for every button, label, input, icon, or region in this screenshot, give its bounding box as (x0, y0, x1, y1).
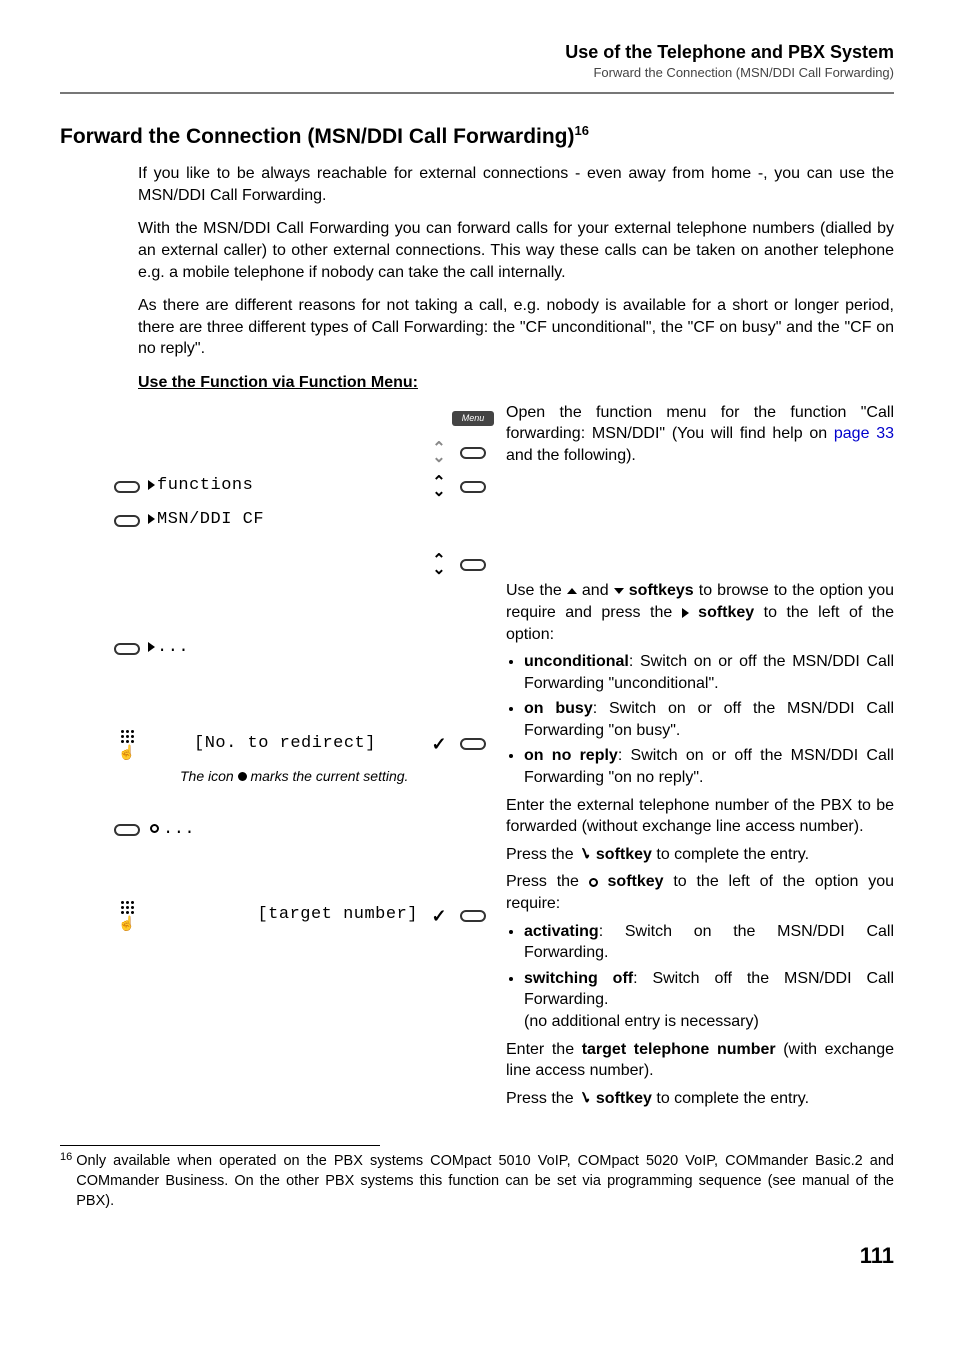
menu-line-target-number: [target number] (144, 904, 422, 927)
list-item: on busy: Switch on or off the MSN/DDI Ca… (524, 698, 894, 741)
solid-dot-icon (238, 772, 247, 781)
triangle-icon (682, 608, 689, 618)
menu-line-circle-ellipsis: ... (144, 819, 422, 842)
list-item: on no reply: Switch on or off the MSN/DD… (524, 745, 894, 788)
down-caret-icon (614, 588, 624, 594)
cf-options-list: unconditional: Switch on or off the MSN/… (524, 651, 894, 789)
softkey-right[interactable] (460, 910, 486, 922)
updown-icon: ⌃⌄ (432, 478, 445, 496)
check-icon: ✓ (575, 842, 594, 866)
keypad-icon: ☝ (116, 901, 138, 930)
softkey-left[interactable] (114, 515, 140, 527)
enter-external-number-text: Enter the external telephone number of t… (506, 795, 894, 838)
menu-line-no-redirect: [No. to redirect] (144, 733, 422, 756)
section-title: Forward the Connection (MSN/DDI Call For… (60, 122, 894, 151)
triangle-icon (148, 642, 155, 652)
footnote-text: Only available when operated on the PBX … (76, 1152, 894, 1211)
press-hollow-softkey-text: Press the softkey to the left of the opt… (506, 871, 894, 914)
hollow-dot-icon (150, 824, 159, 833)
up-caret-icon (567, 588, 577, 594)
page-number: 111 (60, 1241, 894, 1271)
hollow-dot-icon (589, 878, 598, 887)
footnote-ref: 16 (575, 123, 589, 138)
list-item: switching off: Switch off the MSN/DDI Ca… (524, 968, 894, 1033)
keypad-icon: ☝ (116, 730, 138, 759)
menu-badge: Menu (452, 411, 495, 425)
page-link[interactable]: page 33 (834, 425, 894, 442)
header-rule (60, 92, 894, 94)
press-check-softkey-2-text: Press the ✓ softkey to complete the entr… (506, 1088, 894, 1110)
explanation-column: Open the function menu for the function … (506, 402, 894, 1116)
page-header-title: Use of the Telephone and PBX System (60, 40, 894, 64)
list-item: activating: Switch on the MSN/DDI Call F… (524, 921, 894, 964)
intro-para-2: With the MSN/DDI Call Forwarding you can… (138, 218, 894, 283)
softkey-left[interactable] (114, 481, 140, 493)
footnote-number: 16 (60, 1150, 72, 1209)
enter-target-number-text: Enter the target telephone number (with … (506, 1039, 894, 1082)
current-setting-note: The icon marks the current setting. (110, 767, 490, 786)
menu-line-msnddi: MSN/DDI CF (144, 509, 422, 532)
intro-para-3: As there are different reasons for not t… (138, 295, 894, 360)
check-icon: ✓ (575, 1086, 594, 1110)
softkey-left[interactable] (114, 824, 140, 836)
page-header-subtitle: Forward the Connection (MSN/DDI Call For… (60, 64, 894, 82)
menu-line-ellipsis: ... (144, 637, 422, 660)
activate-options-list: activating: Switch on the MSN/DDI Call F… (524, 921, 894, 1033)
updown-icon: ⌃⌄ (432, 556, 445, 574)
check-icon: ✓ (429, 904, 448, 928)
softkey-right[interactable] (460, 447, 486, 459)
footnote-rule (60, 1145, 380, 1146)
press-check-softkey-text: Press the ✓ softkey to complete the entr… (506, 844, 894, 866)
subheading: Use the Function via Function Menu: (138, 372, 894, 394)
softkey-left[interactable] (114, 643, 140, 655)
section-title-text: Forward the Connection (MSN/DDI Call For… (60, 125, 575, 148)
menu-line-functions: functions (144, 475, 422, 498)
updown-icon: ⌃⌄ (432, 444, 445, 462)
open-menu-text: Open the function menu for the function … (506, 402, 894, 467)
browse-softkeys-text: Use the and softkeys to browse to the op… (506, 580, 894, 645)
footnote: 16 Only available when operated on the P… (60, 1152, 894, 1211)
triangle-icon (148, 514, 155, 524)
triangle-icon (148, 480, 155, 490)
menu-illustration-column: Menu ⌃⌄ functions ⌃⌄ MSN/DDI CF (110, 402, 490, 1116)
list-item: unconditional: Switch on or off the MSN/… (524, 651, 894, 694)
intro-para-1: If you like to be always reachable for e… (138, 163, 894, 206)
softkey-right[interactable] (460, 738, 486, 750)
check-icon: ✓ (429, 732, 448, 756)
softkey-right[interactable] (460, 481, 486, 493)
softkey-right[interactable] (460, 559, 486, 571)
